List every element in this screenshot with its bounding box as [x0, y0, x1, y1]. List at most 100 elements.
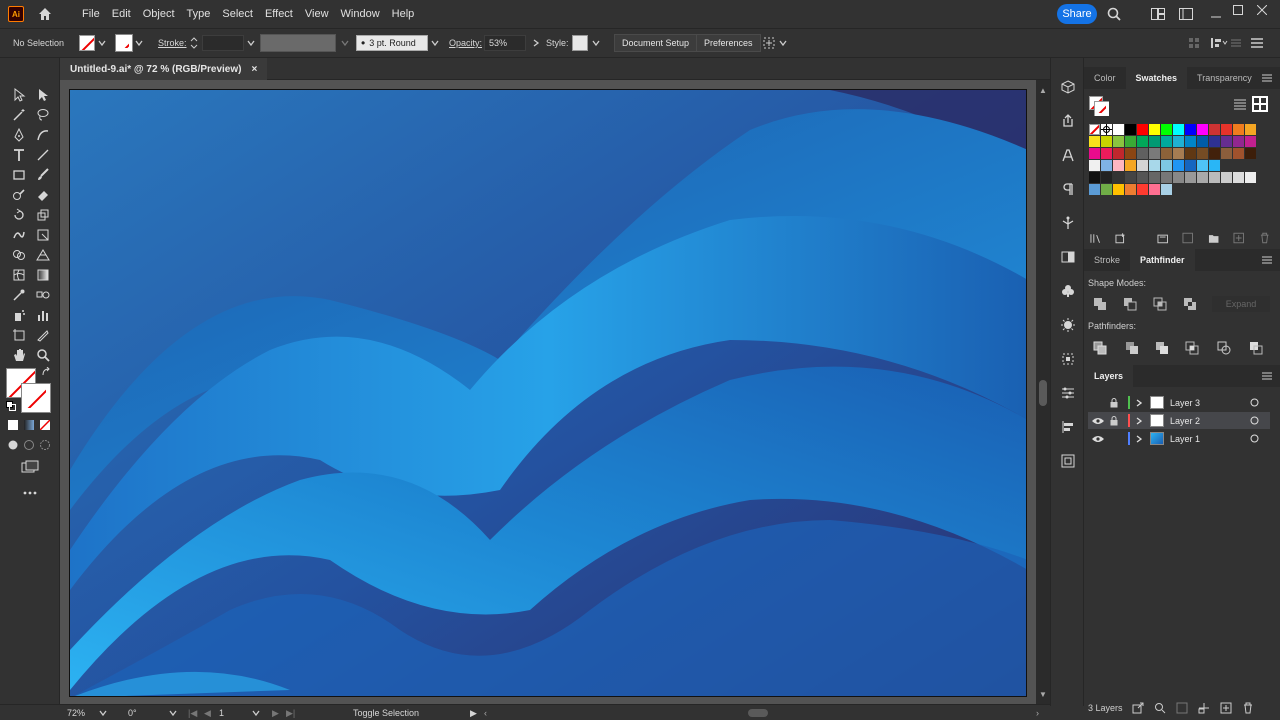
magic-wand-tool-icon[interactable] — [10, 106, 28, 124]
align-panel-icon[interactable] — [1059, 418, 1077, 436]
opacity-label[interactable]: Opacity: — [449, 29, 482, 57]
perspective-grid-tool-icon[interactable] — [34, 246, 52, 264]
edit-toolbar-icon[interactable] — [21, 484, 39, 502]
layer-row[interactable]: Layer 2 — [1088, 412, 1270, 429]
minus-back-icon[interactable] — [1248, 340, 1264, 356]
swatch-cell[interactable] — [1233, 172, 1244, 183]
swatch-cell[interactable] — [1113, 184, 1124, 195]
share-button[interactable]: Share — [1057, 4, 1097, 24]
selection-tool-icon[interactable] — [10, 86, 28, 104]
search-icon[interactable] — [1106, 6, 1122, 22]
swatch-cell[interactable] — [1149, 136, 1160, 147]
fill-swatch[interactable] — [79, 29, 106, 57]
menu-select[interactable]: Select — [216, 8, 259, 20]
artboard-navigator[interactable]: 1 — [219, 705, 260, 720]
opacity-control[interactable]: 53% — [484, 29, 540, 57]
swatch-cell[interactable] — [1089, 160, 1100, 171]
swatch-cell[interactable] — [1113, 124, 1124, 135]
swatch-cell[interactable] — [1089, 184, 1100, 195]
swatch-cell[interactable] — [1197, 148, 1208, 159]
next-artboard-icon[interactable]: ▶ — [272, 705, 279, 720]
swatch-libraries-icon[interactable] — [1090, 232, 1101, 244]
gradient-mode-icon[interactable] — [22, 418, 36, 432]
close-tab-icon[interactable]: × — [251, 64, 257, 75]
scroll-up-icon[interactable]: ▲ — [1039, 86, 1047, 95]
target-circle-icon[interactable] — [1250, 434, 1259, 443]
swatch-cell[interactable] — [1161, 172, 1172, 183]
swatch-cell[interactable] — [1173, 172, 1184, 183]
direct-selection-tool-icon[interactable] — [34, 86, 52, 104]
pen-tool-icon[interactable] — [10, 126, 28, 144]
eraser-tool-icon[interactable] — [34, 186, 52, 204]
swatch-cell[interactable] — [1149, 160, 1160, 171]
swatch-cell[interactable] — [1113, 172, 1124, 183]
gradient-tool-icon[interactable] — [34, 266, 52, 284]
zoom-tool-icon[interactable] — [34, 346, 52, 364]
swatch-cell[interactable] — [1185, 148, 1196, 159]
hand-tool-icon[interactable] — [10, 346, 28, 364]
swatch-cell[interactable] — [1137, 124, 1148, 135]
tab-layers[interactable]: Layers — [1084, 365, 1134, 387]
swatch-cell[interactable] — [1089, 124, 1100, 135]
swatch-cell[interactable] — [1197, 172, 1208, 183]
menu-edit[interactable]: Edit — [106, 8, 137, 20]
swatch-cell[interactable] — [1197, 124, 1208, 135]
swatch-cell[interactable] — [1233, 148, 1244, 159]
swatch-cell[interactable] — [1089, 136, 1100, 147]
scroll-left-icon[interactable]: ‹ — [484, 705, 487, 720]
swatch-cell[interactable] — [1209, 124, 1220, 135]
puppet-warp-icon[interactable] — [1059, 214, 1077, 232]
scroll-down-icon[interactable]: ▼ — [1039, 690, 1047, 699]
swatch-cell[interactable] — [1245, 148, 1256, 159]
character-icon[interactable] — [1059, 146, 1077, 164]
previous-artboard-icon[interactable]: ◀ — [204, 705, 211, 720]
type-tool-icon[interactable] — [10, 146, 28, 164]
gradient-panel-icon[interactable] — [1059, 248, 1077, 266]
menu-effect[interactable]: Effect — [259, 8, 299, 20]
lasso-tool-icon[interactable] — [34, 106, 52, 124]
layer-name[interactable]: Layer 1 — [1170, 434, 1240, 444]
stroke-label[interactable]: Stroke: — [158, 29, 187, 57]
swatch-cell[interactable] — [1221, 136, 1232, 147]
delete-layer-icon[interactable] — [1242, 702, 1254, 714]
layer-name[interactable]: Layer 3 — [1170, 398, 1240, 408]
color-mode-icon[interactable] — [6, 418, 20, 432]
swatch-cell[interactable] — [1113, 136, 1124, 147]
panel-menu-icon[interactable] — [1262, 255, 1272, 265]
rotation-view[interactable]: 0° — [128, 705, 177, 720]
swatch-cell[interactable] — [1149, 172, 1160, 183]
swatch-cell[interactable] — [1221, 172, 1232, 183]
draw-normal-icon[interactable] — [6, 438, 20, 452]
swatch-cell[interactable] — [1209, 148, 1220, 159]
free-transform-tool-icon[interactable] — [34, 226, 52, 244]
swatch-cell[interactable] — [1161, 124, 1172, 135]
swatch-cell[interactable] — [1185, 172, 1196, 183]
line-segment-tool-icon[interactable] — [34, 146, 52, 164]
exclude-icon[interactable] — [1182, 296, 1198, 312]
swatch-cell[interactable] — [1101, 172, 1112, 183]
unite-icon[interactable] — [1092, 296, 1108, 312]
align-icon[interactable] — [1188, 29, 1200, 57]
menu-object[interactable]: Object — [137, 8, 181, 20]
swatch-cell[interactable] — [1161, 148, 1172, 159]
menu-window[interactable]: Window — [335, 8, 386, 20]
vertical-scrollbar[interactable]: ▲ ▼ — [1036, 80, 1050, 704]
swatch-cell[interactable] — [1101, 184, 1112, 195]
arrange-documents-icon[interactable] — [1150, 6, 1166, 22]
swatch-cell[interactable] — [1173, 148, 1184, 159]
asset-export-icon[interactable] — [1059, 452, 1077, 470]
swatch-cell[interactable] — [1113, 148, 1124, 159]
opacity-input[interactable]: 53% — [484, 35, 526, 51]
vertical-scroll-thumb[interactable] — [1039, 380, 1047, 406]
menu-type[interactable]: Type — [181, 8, 217, 20]
new-layer-icon[interactable] — [1220, 702, 1232, 714]
scroll-right-icon[interactable]: › — [1036, 705, 1039, 720]
distribute-icon[interactable] — [1230, 29, 1242, 57]
swatch-cell[interactable] — [1137, 172, 1148, 183]
paragraph-icon[interactable] — [1059, 180, 1077, 198]
canvas-area[interactable] — [60, 80, 1036, 704]
transform-options[interactable] — [762, 29, 787, 57]
eyedropper-tool-icon[interactable] — [10, 286, 28, 304]
tab-color[interactable]: Color — [1084, 67, 1126, 89]
status-menu-icon[interactable]: ▶ — [470, 705, 477, 720]
